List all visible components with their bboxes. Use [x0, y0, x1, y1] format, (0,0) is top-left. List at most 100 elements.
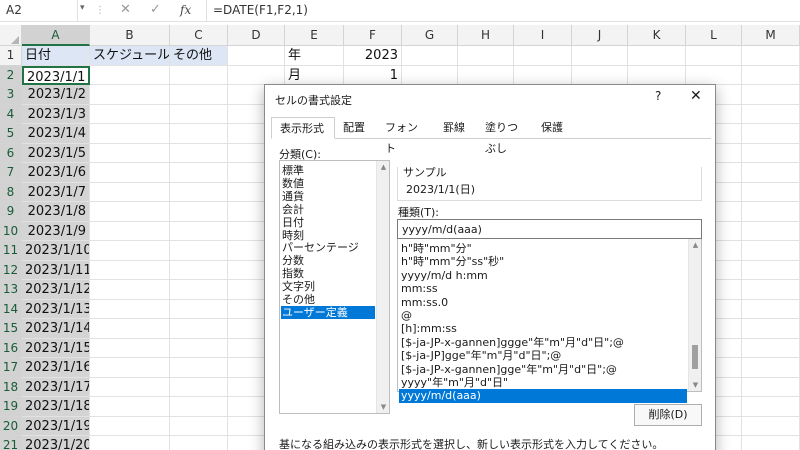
cell-a8[interactable]: 2023/1/7 [22, 182, 90, 202]
cell-j1[interactable] [572, 46, 628, 66]
cell-c14[interactable] [170, 299, 228, 319]
row-header[interactable]: 9 [0, 202, 22, 222]
cancel-icon[interactable]: ✕ [120, 2, 131, 17]
row-header[interactable]: 7 [0, 163, 22, 183]
cell-a5[interactable]: 2023/1/4 [22, 124, 90, 144]
cell-m10[interactable] [742, 221, 800, 241]
row-header[interactable]: 11 [0, 241, 22, 261]
cell-a15[interactable]: 2023/1/14 [22, 319, 90, 339]
cell-g1[interactable] [402, 46, 458, 66]
tab-4[interactable]: 塗りつぶし [477, 117, 533, 155]
cell-b12[interactable] [90, 260, 170, 280]
cell-c10[interactable] [170, 221, 228, 241]
cell-c16[interactable] [170, 338, 228, 358]
column-header-c[interactable]: C [170, 25, 228, 46]
column-header-l[interactable]: L [686, 25, 742, 46]
name-box[interactable]: A2 [0, 0, 78, 22]
row-header[interactable]: 18 [0, 377, 22, 397]
row-header[interactable]: 5 [0, 124, 22, 144]
cell-m6[interactable] [742, 143, 800, 163]
format-item[interactable]: yyyy/m/d(aaa) [399, 389, 687, 403]
cell-b14[interactable] [90, 299, 170, 319]
format-item[interactable]: yyyy"年"m"月"d"日" [399, 376, 687, 389]
cell-a19[interactable]: 2023/1/18 [22, 397, 90, 417]
tab-3[interactable]: 罫線 [435, 117, 477, 139]
cell-h1[interactable] [458, 46, 514, 66]
column-header-d[interactable]: D [228, 25, 285, 46]
cell-i2[interactable] [514, 65, 572, 85]
format-item[interactable]: [$-ja-JP-x-gannen]gge"年"m"月"d"日";@ [399, 363, 687, 376]
scroll-thumb[interactable] [692, 345, 698, 369]
cell-c21[interactable] [170, 436, 228, 450]
cell-a3[interactable]: 2023/1/2 [22, 85, 90, 105]
cell-b10[interactable] [90, 221, 170, 241]
row-header[interactable]: 20 [0, 416, 22, 436]
cell-a7[interactable]: 2023/1/6 [22, 163, 90, 183]
chevron-down-icon[interactable]: ▾ [80, 3, 85, 13]
cell-b4[interactable] [90, 104, 170, 124]
cell-m4[interactable] [742, 104, 800, 124]
insert-function-icon[interactable]: fx [180, 3, 191, 17]
cell-b19[interactable] [90, 397, 170, 417]
category-item[interactable]: その他 [281, 293, 375, 306]
column-header-f[interactable]: F [344, 25, 402, 46]
cell-a21[interactable]: 2023/1/20 [22, 436, 90, 450]
cell-c15[interactable] [170, 319, 228, 339]
category-list[interactable]: ▲ ▼ 標準 数値 通貨 会計 日付 時刻 パーセンテージ 分数 指数 文字列 その他 ユーザー定義 [279, 160, 390, 414]
cell-a18[interactable]: 2023/1/17 [22, 377, 90, 397]
cell-h2[interactable] [458, 65, 514, 85]
cell-m21[interactable] [742, 436, 800, 450]
tab-2[interactable]: フォント [377, 117, 435, 155]
cell-c13[interactable] [170, 280, 228, 300]
cell-a12[interactable]: 2023/1/11 [22, 260, 90, 280]
cell-b17[interactable] [90, 358, 170, 378]
row-header[interactable]: 12 [0, 260, 22, 280]
tab-0[interactable]: 表示形式 [271, 117, 335, 139]
cell-m5[interactable] [742, 124, 800, 144]
cell-m12[interactable] [742, 260, 800, 280]
cell-b18[interactable] [90, 377, 170, 397]
tab-5[interactable]: 保護 [533, 117, 573, 139]
cell-b7[interactable] [90, 163, 170, 183]
formula-input[interactable]: =DATE(F1,F2,1) [206, 0, 800, 22]
row-header[interactable]: 16 [0, 338, 22, 358]
format-item[interactable]: h"時"mm"分"ss"秒" [399, 255, 687, 268]
cell-b6[interactable] [90, 143, 170, 163]
cell-a2[interactable]: 2023/1/1 [22, 65, 90, 85]
category-item[interactable]: 数値 [281, 177, 375, 190]
format-item[interactable]: @ [399, 309, 687, 322]
cell-c20[interactable] [170, 416, 228, 436]
cell-b16[interactable] [90, 338, 170, 358]
cell-m17[interactable] [742, 358, 800, 378]
cell-m16[interactable] [742, 338, 800, 358]
cell-m11[interactable] [742, 241, 800, 261]
cell-m2[interactable] [742, 65, 800, 85]
cell-b21[interactable] [90, 436, 170, 450]
select-all-button[interactable] [0, 25, 22, 46]
cell-a1[interactable]: 日付 [22, 46, 90, 66]
format-item[interactable]: mm:ss [399, 282, 687, 295]
format-item[interactable]: yyyy/m/d h:mm [399, 269, 687, 282]
cell-g2[interactable] [402, 65, 458, 85]
cell-f1[interactable]: 2023 [344, 46, 402, 66]
cell-e2[interactable]: 月 [285, 65, 344, 85]
category-item[interactable]: 時刻 [281, 229, 375, 242]
cell-m20[interactable] [742, 416, 800, 436]
cell-b13[interactable] [90, 280, 170, 300]
cell-c2[interactable] [170, 65, 228, 85]
cell-c17[interactable] [170, 358, 228, 378]
row-header[interactable]: 2 [0, 65, 22, 85]
scroll-down-icon[interactable]: ▼ [689, 381, 702, 389]
scroll-up-icon[interactable]: ▲ [377, 163, 390, 171]
cell-c18[interactable] [170, 377, 228, 397]
category-item[interactable]: 通貨 [281, 190, 375, 203]
format-item[interactable]: h"時"mm"分" [399, 242, 687, 255]
row-header[interactable]: 6 [0, 143, 22, 163]
cell-c1[interactable]: その他 [170, 46, 228, 66]
cell-a4[interactable]: 2023/1/3 [22, 104, 90, 124]
row-header[interactable]: 4 [0, 104, 22, 124]
cell-c12[interactable] [170, 260, 228, 280]
cell-k1[interactable] [628, 46, 686, 66]
format-list[interactable]: ▲ ▼ h"時"mm"分" h"時"mm"分"ss"秒" yyyy/m/d h:mm… [397, 239, 702, 403]
cell-c8[interactable] [170, 182, 228, 202]
